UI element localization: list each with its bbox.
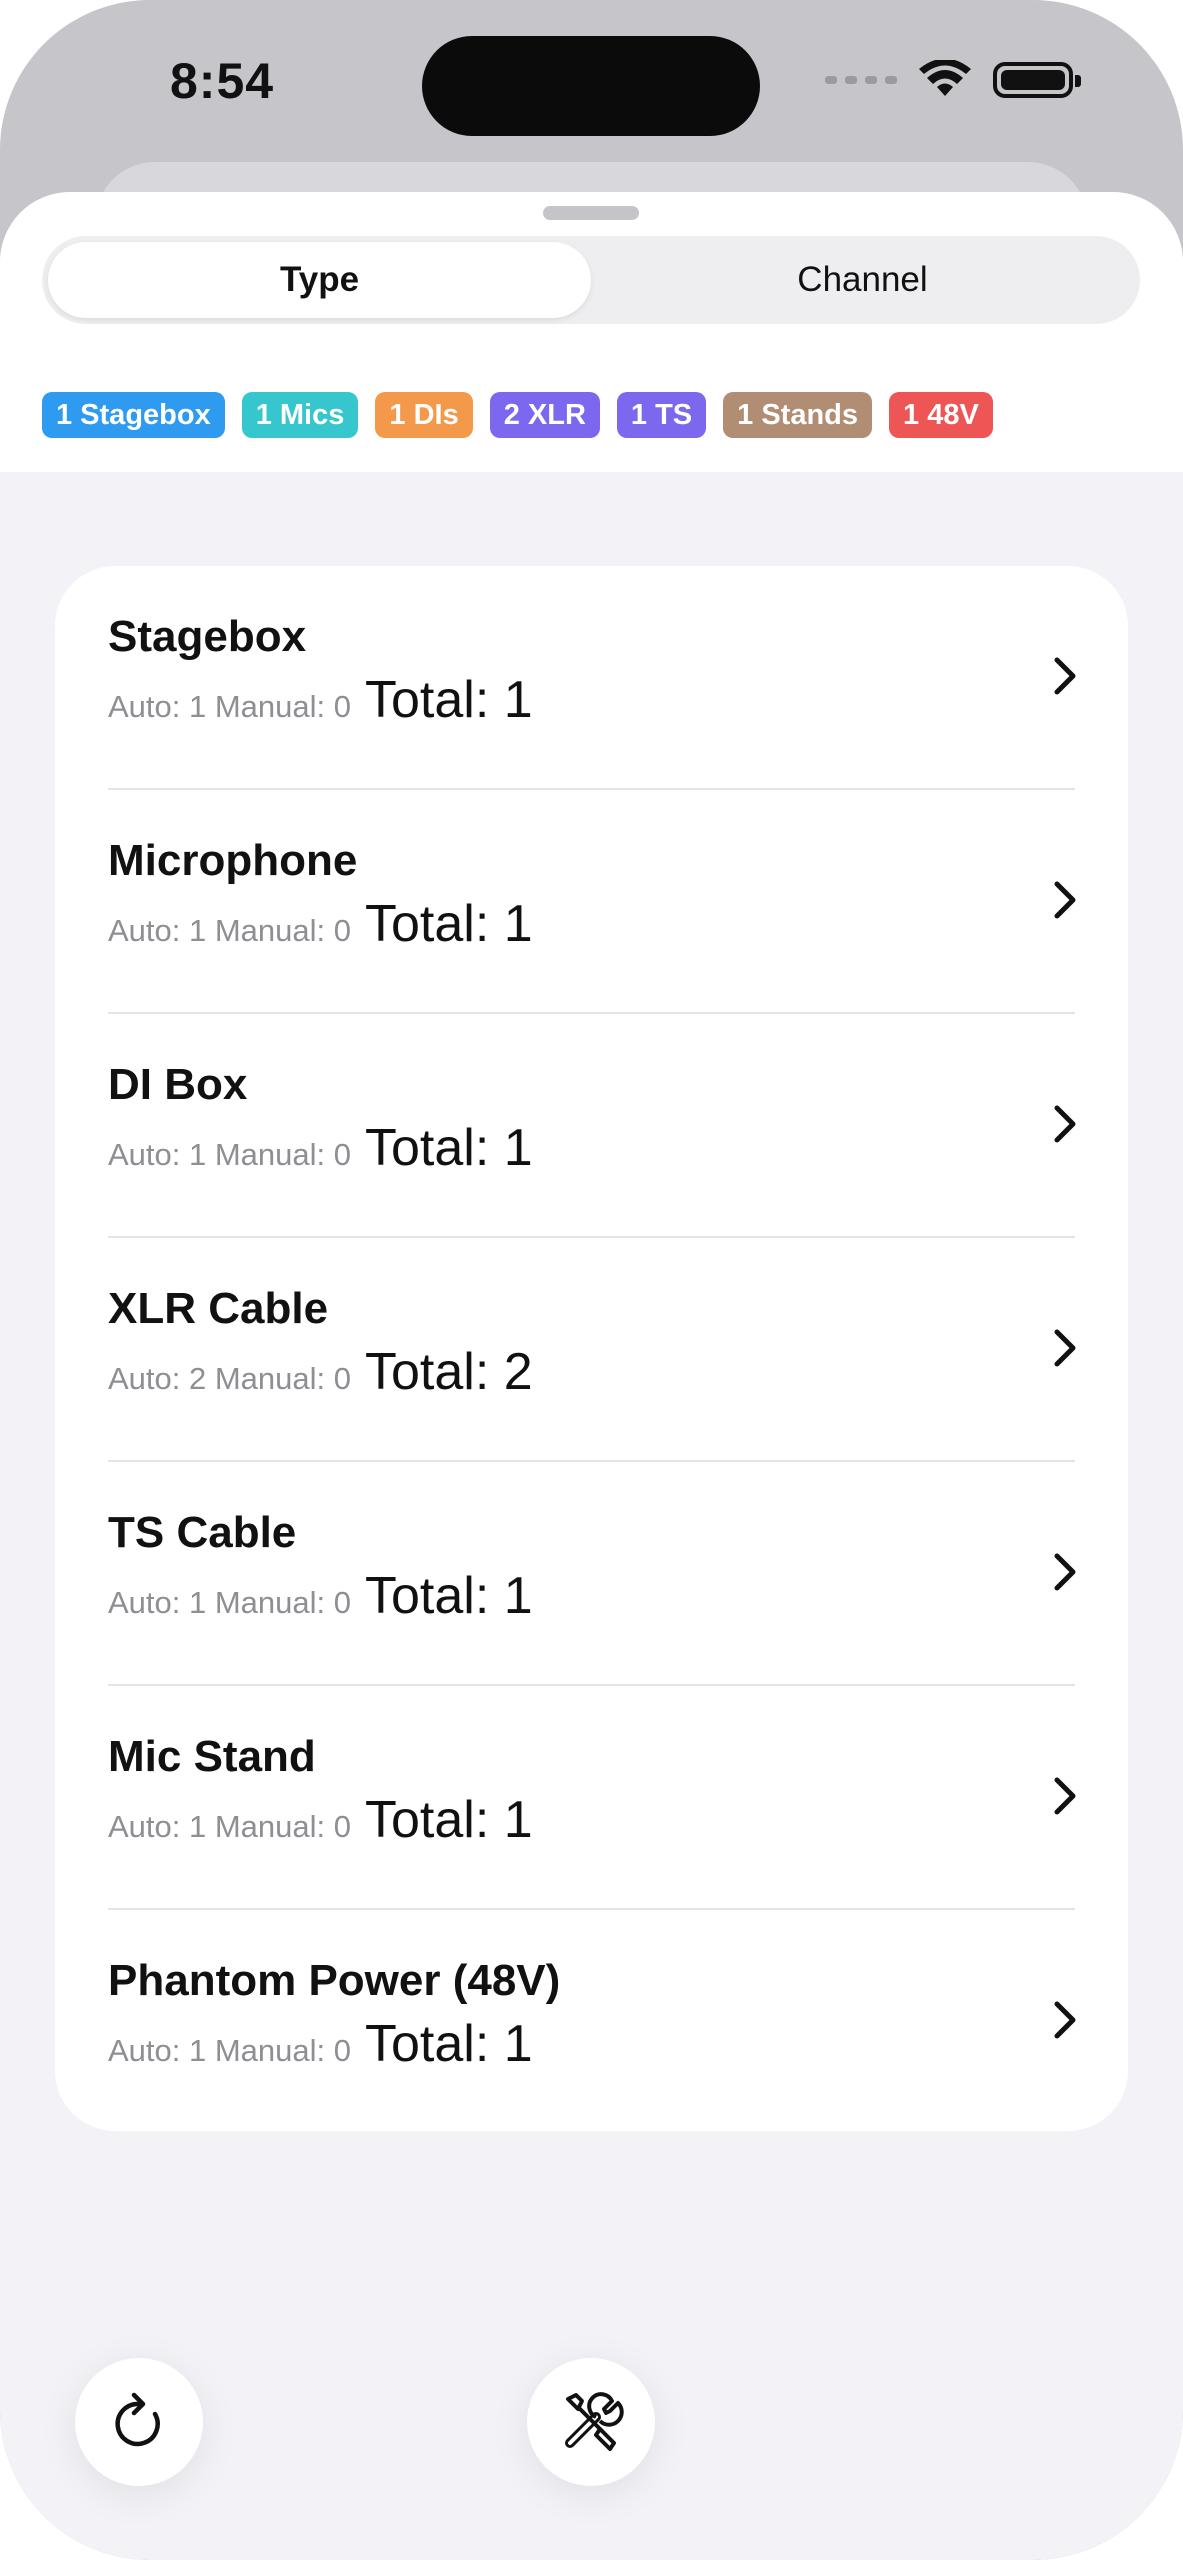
refresh-icon bbox=[115, 2392, 160, 2447]
refresh-button[interactable] bbox=[75, 2358, 203, 2486]
item-subtitle: Auto: 1 Manual: 0 Total: 1 bbox=[108, 670, 533, 730]
item-total: Total: 1 bbox=[365, 1119, 533, 1177]
item-total: Total: 1 bbox=[365, 895, 533, 953]
item-counts: Auto: 1 Manual: 0 bbox=[108, 1137, 351, 1172]
item-title: Microphone bbox=[108, 836, 358, 885]
status-icons bbox=[825, 60, 1081, 100]
chevron-right-icon bbox=[1054, 2001, 1076, 2039]
equipment-list: Stagebox Auto: 1 Manual: 0 Total: 1 Micr… bbox=[55, 566, 1128, 2131]
chip-stagebox: 1 Stagebox bbox=[42, 392, 225, 438]
item-subtitle: Auto: 2 Manual: 0 Total: 2 bbox=[108, 1342, 533, 1402]
segmented-control: Type Channel bbox=[42, 236, 1140, 324]
chevron-right-icon bbox=[1054, 657, 1076, 695]
battery-icon bbox=[993, 62, 1081, 98]
item-title: Phantom Power (48V) bbox=[108, 1956, 561, 2005]
item-subtitle: Auto: 1 Manual: 0 Total: 1 bbox=[108, 2014, 533, 2074]
chevron-right-icon bbox=[1054, 1777, 1076, 1815]
item-counts: Auto: 2 Manual: 0 bbox=[108, 1361, 351, 1396]
item-title: DI Box bbox=[108, 1060, 248, 1109]
chip-mics: 1 Mics bbox=[241, 392, 359, 438]
list-item-phantom-power[interactable]: Phantom Power (48V) Auto: 1 Manual: 0 To… bbox=[55, 1910, 1128, 2131]
list-item-mic-stand[interactable]: Mic Stand Auto: 1 Manual: 0 Total: 1 bbox=[55, 1686, 1128, 1910]
status-time: 8:54 bbox=[170, 53, 275, 109]
chevron-right-icon bbox=[1054, 1553, 1076, 1591]
item-total: Total: 1 bbox=[365, 1567, 533, 1625]
chip-ts: 1 TS bbox=[616, 392, 707, 438]
tab-channel[interactable]: Channel bbox=[591, 242, 1134, 318]
list-item-stagebox[interactable]: Stagebox Auto: 1 Manual: 0 Total: 1 bbox=[55, 566, 1128, 790]
chip-48v: 1 48V bbox=[889, 392, 993, 438]
item-subtitle: Auto: 1 Manual: 0 Total: 1 bbox=[108, 1118, 533, 1178]
chip-stands: 1 Stands bbox=[723, 392, 873, 438]
item-total: Total: 2 bbox=[365, 1343, 533, 1401]
list-item-xlr-cable[interactable]: XLR Cable Auto: 2 Manual: 0 Total: 2 bbox=[55, 1238, 1128, 1462]
chevron-right-icon bbox=[1054, 881, 1076, 919]
item-counts: Auto: 1 Manual: 0 bbox=[108, 689, 351, 724]
item-title: Stagebox bbox=[108, 612, 307, 661]
list-item-microphone[interactable]: Microphone Auto: 1 Manual: 0 Total: 1 bbox=[55, 790, 1128, 1014]
item-subtitle: Auto: 1 Manual: 0 Total: 1 bbox=[108, 1566, 533, 1626]
device-frame: 8:54 Type Channel 1 Stagebox 1 Mics 1 DI… bbox=[0, 0, 1183, 2560]
tools-icon bbox=[565, 2392, 624, 2451]
chevron-right-icon bbox=[1054, 1105, 1076, 1143]
list-item-ts-cable[interactable]: TS Cable Auto: 1 Manual: 0 Total: 1 bbox=[55, 1462, 1128, 1686]
item-total: Total: 1 bbox=[365, 671, 533, 729]
item-title: TS Cable bbox=[108, 1508, 297, 1557]
item-title: Mic Stand bbox=[108, 1732, 316, 1781]
list-item-di-box[interactable]: DI Box Auto: 1 Manual: 0 Total: 1 bbox=[55, 1014, 1128, 1238]
item-counts: Auto: 1 Manual: 0 bbox=[108, 1585, 351, 1620]
item-total: Total: 1 bbox=[365, 2015, 533, 2073]
summary-chips: 1 Stagebox 1 Mics 1 DIs 2 XLR 1 TS 1 Sta… bbox=[42, 392, 993, 438]
tools-button[interactable] bbox=[527, 2358, 655, 2486]
chip-xlr: 2 XLR bbox=[489, 392, 600, 438]
item-total: Total: 1 bbox=[365, 1791, 533, 1849]
cellular-signal-icon bbox=[825, 76, 897, 84]
item-counts: Auto: 1 Manual: 0 bbox=[108, 2033, 351, 2068]
item-counts: Auto: 1 Manual: 0 bbox=[108, 1809, 351, 1844]
tab-type[interactable]: Type bbox=[48, 242, 591, 318]
chip-dis: 1 DIs bbox=[375, 392, 473, 438]
dynamic-island bbox=[422, 36, 760, 136]
item-subtitle: Auto: 1 Manual: 0 Total: 1 bbox=[108, 1790, 533, 1850]
item-subtitle: Auto: 1 Manual: 0 Total: 1 bbox=[108, 894, 533, 954]
wifi-icon bbox=[919, 60, 971, 96]
bottom-sheet: Type Channel 1 Stagebox 1 Mics 1 DIs 2 X… bbox=[0, 192, 1183, 2560]
item-counts: Auto: 1 Manual: 0 bbox=[108, 913, 351, 948]
chevron-right-icon bbox=[1054, 1329, 1076, 1367]
item-title: XLR Cable bbox=[108, 1284, 329, 1333]
sheet-grabber[interactable] bbox=[543, 206, 639, 220]
